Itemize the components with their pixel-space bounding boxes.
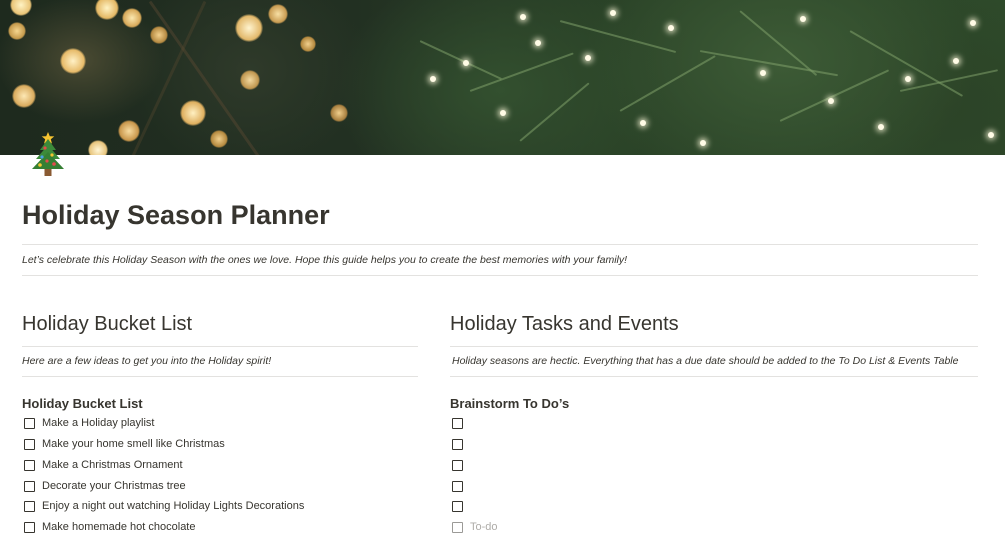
bokeh-light: [180, 100, 206, 126]
bokeh-light: [10, 0, 32, 16]
sparkle-light: [610, 10, 616, 16]
bokeh-light: [122, 8, 142, 28]
new-todo-placeholder[interactable]: To-do: [470, 521, 498, 533]
todo-label[interactable]: Make a Holiday playlist: [42, 417, 155, 429]
sparkle-light: [953, 58, 959, 64]
checkbox[interactable]: [452, 480, 463, 492]
divider: [22, 346, 418, 347]
bokeh-light: [210, 130, 228, 148]
todo-item[interactable]: Make a Christmas Ornament: [24, 456, 183, 474]
pine-needle: [619, 55, 716, 112]
new-todo-item[interactable]: To-do: [452, 518, 498, 536]
sparkle-light: [463, 60, 469, 66]
pine-needle: [559, 20, 677, 54]
checkbox[interactable]: [24, 438, 35, 450]
bokeh-light: [60, 48, 86, 74]
checkbox[interactable]: [452, 521, 463, 533]
todo-label[interactable]: Make homemade hot chocolate: [42, 521, 195, 533]
sparkle-light: [905, 76, 911, 82]
bucket-list-description[interactable]: Here are a few ideas to get you into the…: [22, 355, 271, 367]
todo-item[interactable]: [452, 477, 470, 495]
sparkle-light: [760, 70, 766, 76]
todo-item[interactable]: Make a Holiday playlist: [24, 414, 155, 432]
checkbox[interactable]: [452, 500, 463, 512]
todo-item[interactable]: Enjoy a night out watching Holiday Light…: [24, 497, 304, 515]
checkbox[interactable]: [452, 417, 463, 429]
bokeh-light: [88, 140, 108, 155]
sparkle-light: [700, 140, 706, 146]
sparkle-light: [878, 124, 884, 130]
todo-label[interactable]: Make your home smell like Christmas: [42, 438, 225, 450]
sparkle-light: [585, 55, 591, 61]
todo-label[interactable]: Decorate your Christmas tree: [42, 480, 186, 492]
checkbox[interactable]: [24, 500, 35, 512]
sparkle-light: [535, 40, 541, 46]
pine-needle: [419, 40, 502, 80]
divider: [22, 244, 978, 245]
divider: [22, 376, 418, 377]
bokeh-light: [330, 104, 348, 122]
checkbox[interactable]: [452, 438, 463, 450]
pine-needle: [699, 50, 839, 77]
sparkle-light: [800, 16, 806, 22]
todo-item[interactable]: [452, 456, 470, 474]
brainstorm-todos-title[interactable]: Brainstorm To Do’s: [450, 396, 569, 411]
bokeh-light: [235, 14, 263, 42]
checkbox[interactable]: [452, 459, 463, 471]
pine-needle: [849, 30, 964, 97]
checkbox[interactable]: [24, 459, 35, 471]
sparkle-light: [520, 14, 526, 20]
sparkle-light: [970, 20, 976, 26]
bucket-list-heading[interactable]: Holiday Bucket List: [22, 313, 192, 336]
bokeh-light: [150, 26, 168, 44]
cover-image[interactable]: [0, 0, 1005, 155]
bokeh-light: [8, 22, 26, 40]
bucket-list-title[interactable]: Holiday Bucket List: [22, 396, 143, 411]
bokeh-light: [240, 70, 260, 90]
divider: [450, 376, 978, 377]
todo-item[interactable]: Make your home smell like Christmas: [24, 435, 225, 453]
checkbox[interactable]: [24, 417, 35, 429]
todo-item[interactable]: [452, 497, 470, 515]
todo-item[interactable]: [452, 435, 470, 453]
page-intro-text[interactable]: Let’s celebrate this Holiday Season with…: [22, 254, 627, 266]
pine-needle: [779, 69, 890, 122]
todo-item[interactable]: Decorate your Christmas tree: [24, 477, 186, 495]
bokeh-light: [300, 36, 316, 52]
tasks-events-description[interactable]: Holiday seasons are hectic. Everything t…: [452, 355, 958, 367]
todo-label[interactable]: Make a Christmas Ornament: [42, 459, 183, 471]
checkbox[interactable]: [24, 480, 35, 492]
page-title[interactable]: Holiday Season Planner: [22, 200, 330, 231]
bokeh-light: [95, 0, 119, 20]
sparkle-light: [828, 98, 834, 104]
pine-needle: [519, 82, 590, 142]
bokeh-light: [118, 120, 140, 142]
todo-label[interactable]: Enjoy a night out watching Holiday Light…: [42, 500, 304, 512]
christmas-tree-icon[interactable]: [26, 128, 70, 178]
bokeh-light: [12, 84, 36, 108]
divider: [22, 275, 978, 276]
sparkle-light: [640, 120, 646, 126]
todo-item[interactable]: Make homemade hot chocolate: [24, 518, 195, 536]
tasks-events-heading[interactable]: Holiday Tasks and Events: [450, 313, 679, 336]
sparkle-light: [668, 25, 674, 31]
todo-item[interactable]: [452, 414, 470, 432]
checkbox[interactable]: [24, 521, 35, 533]
bokeh-light: [268, 4, 288, 24]
sparkle-light: [430, 76, 436, 82]
divider: [450, 346, 978, 347]
sparkle-light: [988, 132, 994, 138]
sparkle-light: [500, 110, 506, 116]
